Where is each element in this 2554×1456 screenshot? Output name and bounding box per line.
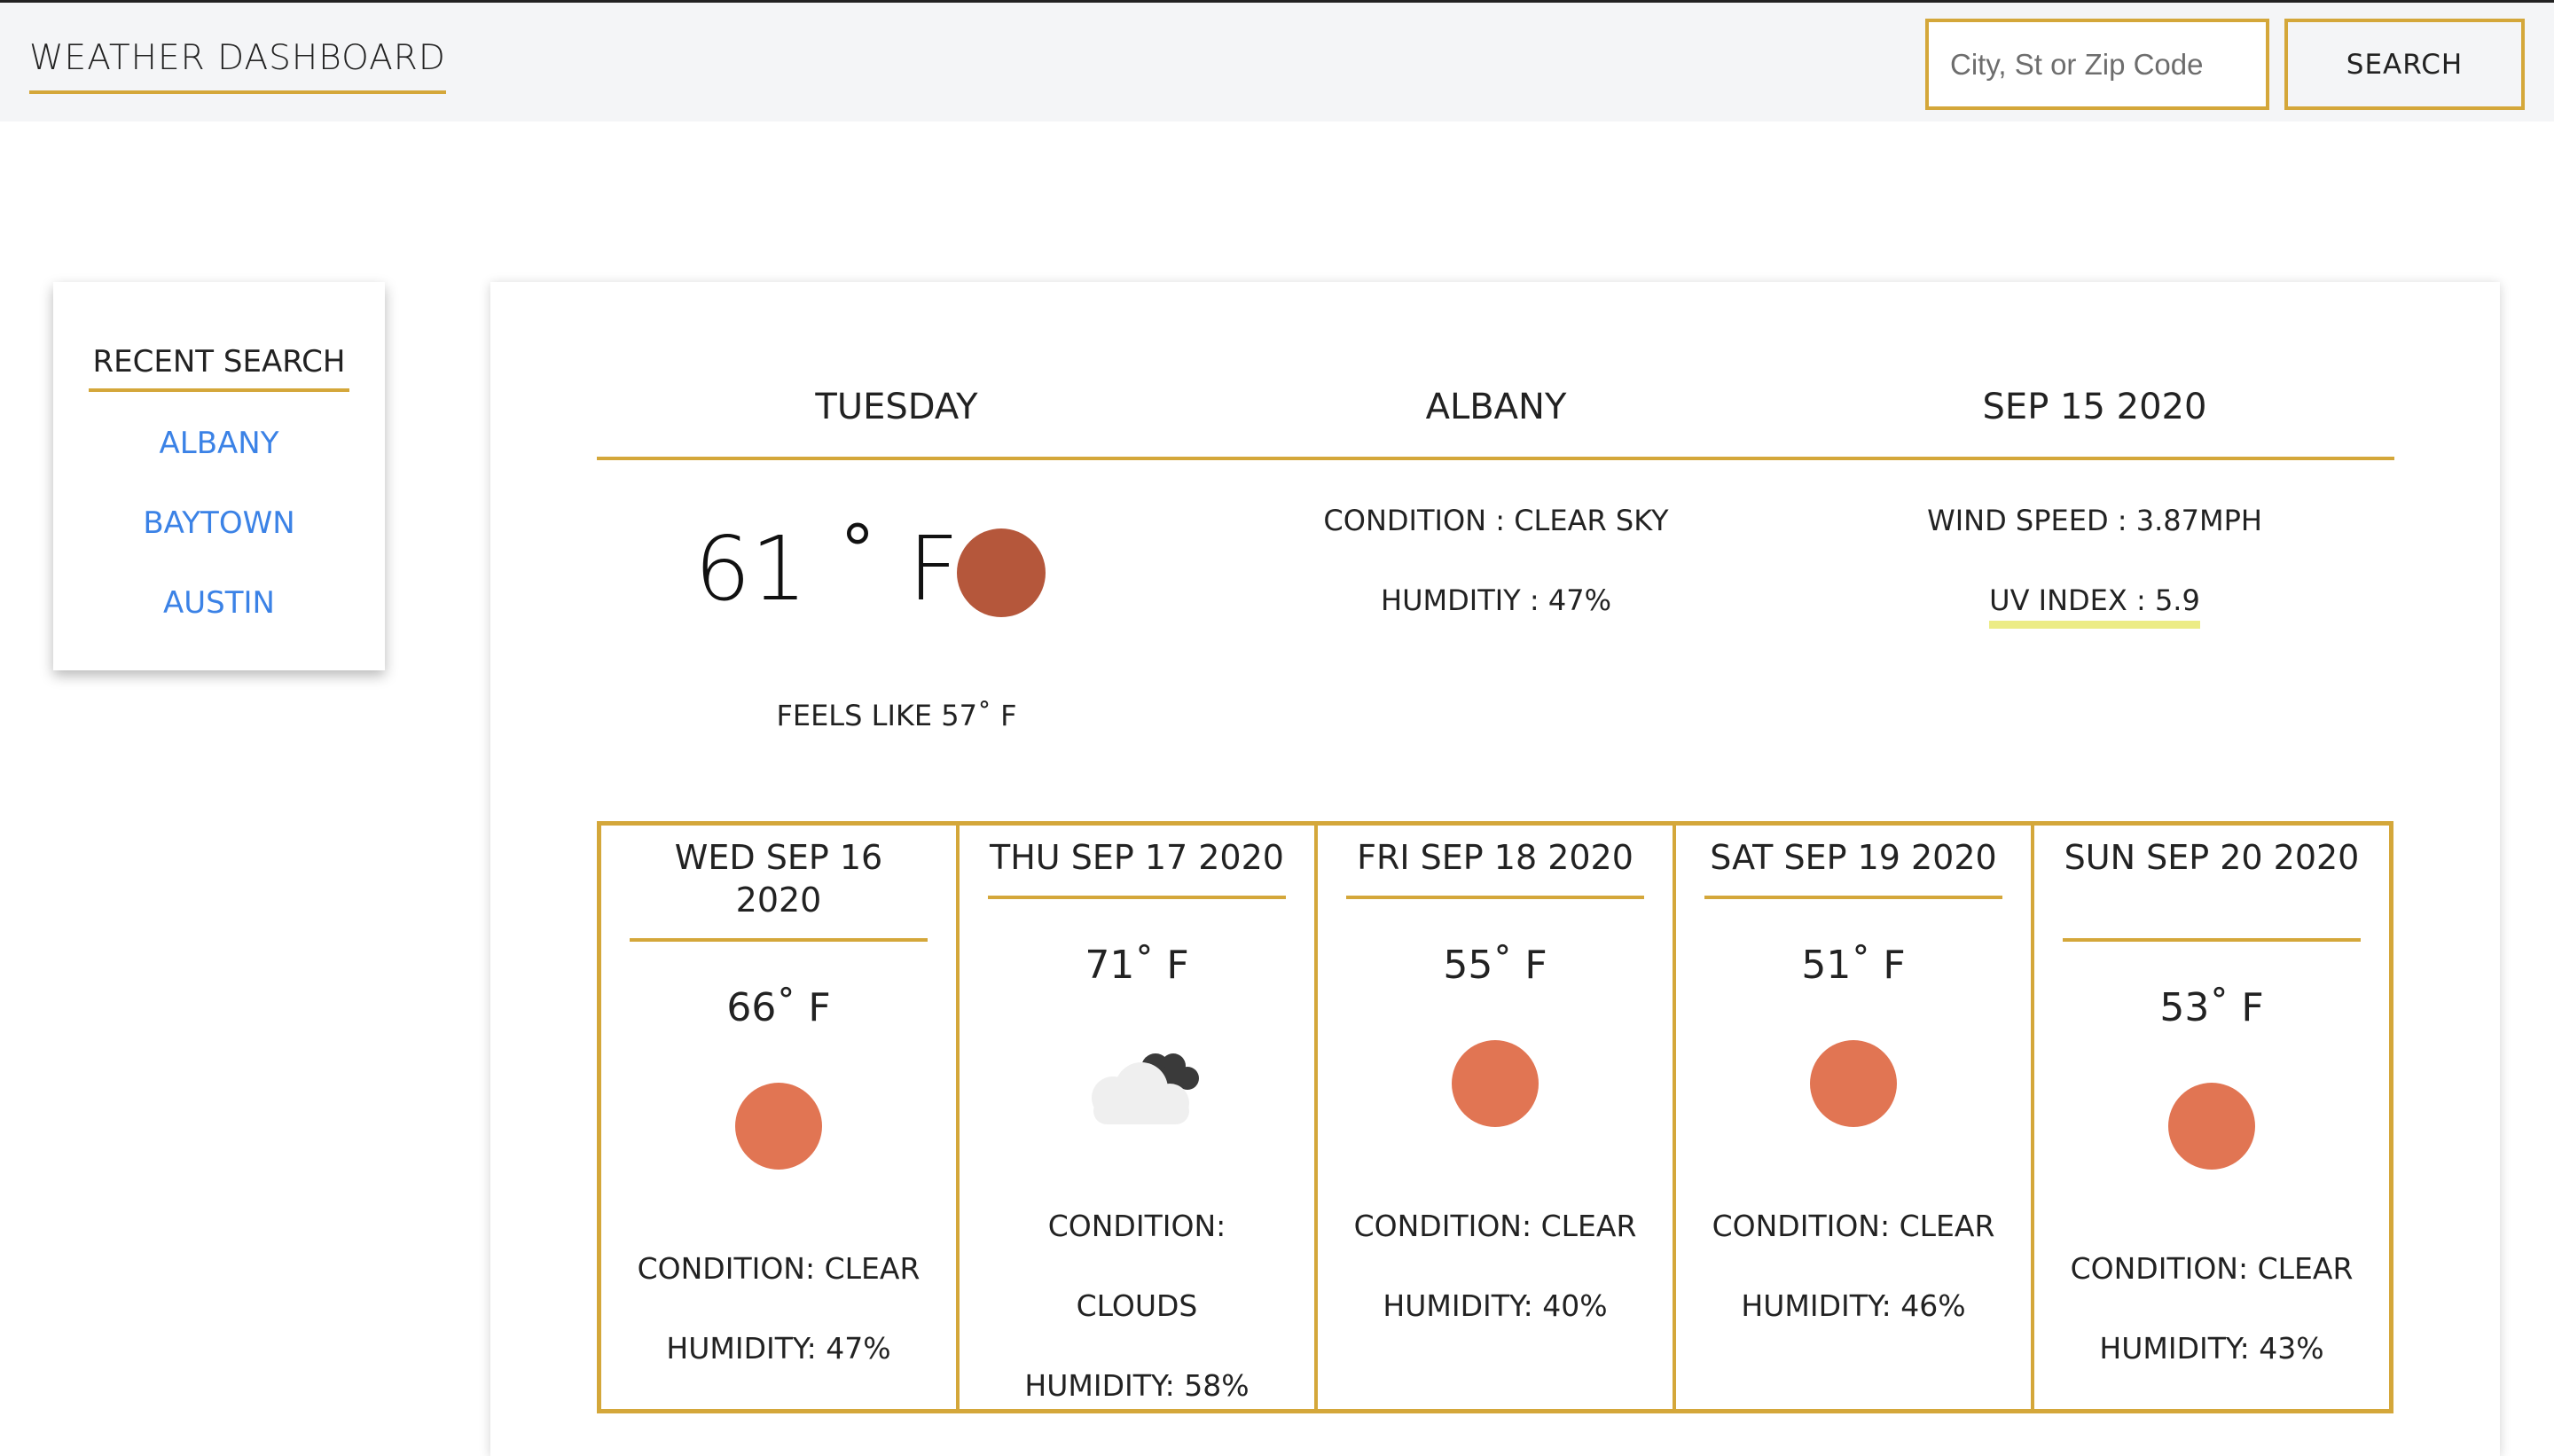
forecast-divider [2063, 938, 2361, 942]
recent-search-title: RECENT SEARCH [89, 344, 349, 392]
forecast-temperature: 53˚ F [2159, 985, 2264, 1030]
forecast-humidity: HUMIDITY: 46% [1741, 1288, 1966, 1323]
current-humidity: HUMDITIY : 47% [1381, 583, 1611, 617]
sun-icon [735, 1083, 822, 1170]
forecast-card: SUN SEP 20 2020 53˚ F CONDITION: CLEAR H… [2034, 826, 2389, 1409]
forecast-date: SUN SEP 20 2020 [2064, 838, 2360, 877]
current-date: SEP 15 2020 [1982, 387, 2207, 427]
sun-icon [1452, 1040, 1539, 1127]
top-bar: WEATHER DASHBOARD SEARCH [0, 0, 2554, 121]
current-uv-index: UV INDEX : 5.9 [1989, 583, 2200, 629]
forecast-temperature: 51˚ F [1801, 943, 1906, 988]
header-divider [597, 457, 2394, 460]
recent-search-item-albany[interactable]: ALBANY [53, 426, 385, 461]
current-wind-speed: WIND SPEED : 3.87MPH [1927, 504, 2262, 537]
forecast-divider [630, 938, 928, 942]
forecast-date: WED SEP 16 2020 [674, 838, 883, 920]
forecast-card: SAT SEP 19 2020 51˚ F CONDITION: CLEAR H… [1676, 826, 2034, 1409]
forecast-condition: CONDITION: CLEAR [1712, 1209, 1995, 1243]
forecast-condition: CONDITION: [1047, 1209, 1226, 1243]
search-button[interactable]: SEARCH [2284, 19, 2525, 110]
forecast-divider [1704, 896, 2002, 899]
current-condition: CONDITION : CLEAR SKY [1323, 504, 1669, 537]
app-title: WEATHER DASHBOARD [29, 38, 446, 94]
recent-search-panel: RECENT SEARCH ALBANY BAYTOWN AUSTIN [53, 282, 385, 670]
current-city: ALBANY [1425, 387, 1567, 427]
clouds-icon [1092, 1053, 1199, 1124]
forecast-divider [988, 896, 1286, 899]
current-uv-index-wrap: UV INDEX : 5.9 [1795, 583, 2394, 629]
forecast-condition: CONDITION: CLEAR [2070, 1251, 2354, 1286]
forecast-card: WED SEP 16 2020 66˚ F CONDITION: CLEAR H… [601, 826, 960, 1409]
forecast-condition-value: CLOUDS [1076, 1288, 1198, 1323]
forecast-temperature: 66˚ F [726, 985, 831, 1030]
sun-icon [1810, 1040, 1897, 1127]
five-day-forecast: WED SEP 16 2020 66˚ F CONDITION: CLEAR H… [597, 821, 2393, 1413]
forecast-condition: CONDITION: CLEAR [637, 1251, 921, 1286]
forecast-condition: CONDITION: CLEAR [1353, 1209, 1637, 1243]
current-weather-panel: TUESDAY ALBANY SEP 15 2020 61 ˚ F FEELS … [490, 282, 2500, 1456]
forecast-date: FRI SEP 18 2020 [1357, 838, 1633, 877]
sun-icon [957, 528, 1046, 617]
forecast-humidity: HUMIDITY: 58% [1024, 1368, 1250, 1403]
forecast-divider [1346, 896, 1644, 899]
forecast-temperature: 55˚ F [1443, 943, 1547, 988]
forecast-card: THU SEP 17 2020 71˚ F CONDITION: CLOUDS … [960, 826, 1318, 1409]
forecast-temperature: 71˚ F [1085, 943, 1189, 988]
forecast-humidity: HUMIDITY: 43% [2099, 1331, 2324, 1366]
feels-like: FEELS LIKE 57˚ F [776, 699, 1017, 732]
search-input[interactable] [1925, 19, 2269, 110]
sun-icon [2168, 1083, 2255, 1170]
recent-search-item-austin[interactable]: AUSTIN [53, 585, 385, 621]
forecast-humidity: HUMIDITY: 40% [1383, 1288, 1608, 1323]
forecast-date: THU SEP 17 2020 [990, 838, 1284, 877]
forecast-humidity: HUMIDITY: 47% [666, 1331, 891, 1366]
current-temperature: 61 ˚ F [694, 517, 960, 621]
recent-search-item-baytown[interactable]: BAYTOWN [53, 505, 385, 541]
forecast-card: FRI SEP 18 2020 55˚ F CONDITION: CLEAR H… [1318, 826, 1676, 1409]
forecast-date: SAT SEP 19 2020 [1710, 838, 1997, 877]
current-day: TUESDAY [815, 387, 978, 427]
